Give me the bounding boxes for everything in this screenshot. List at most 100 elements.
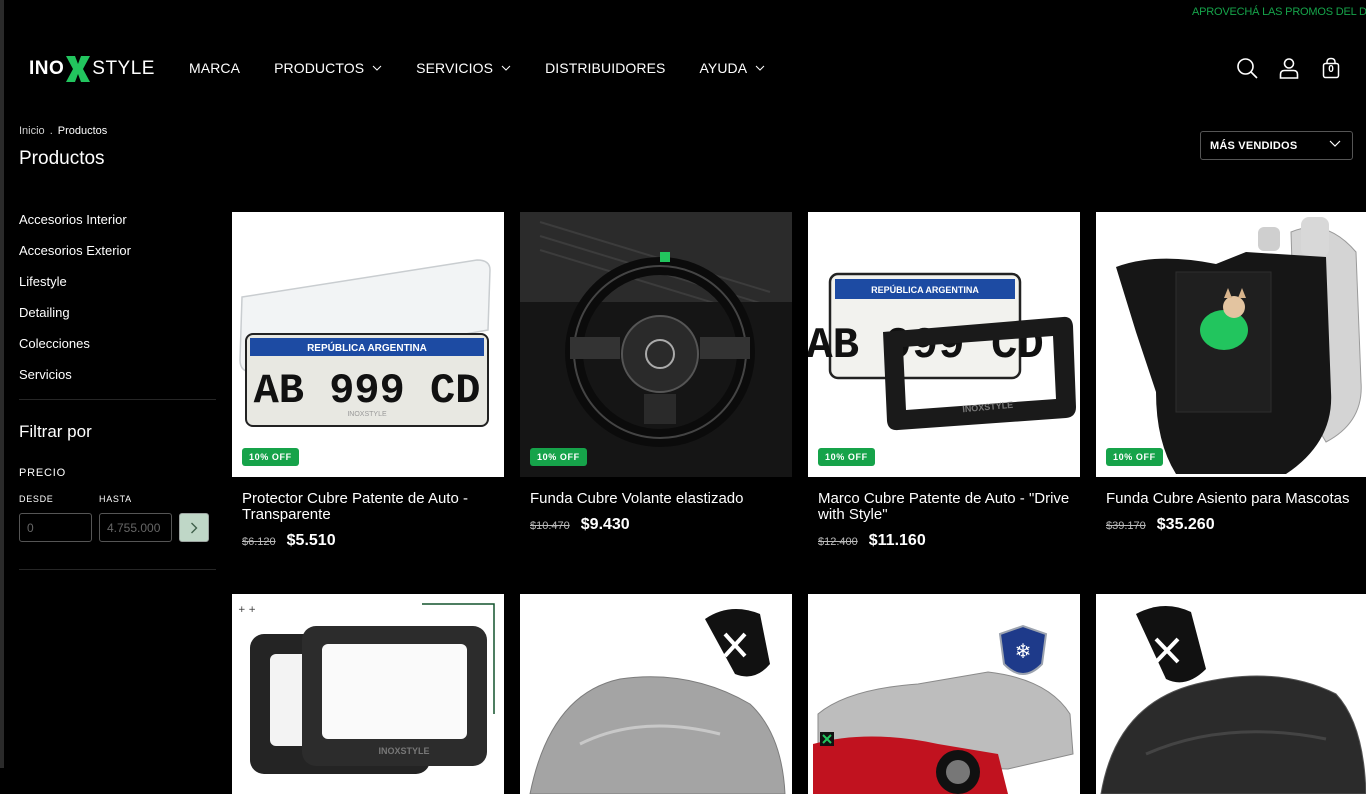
logo-text-left: INO: [29, 58, 65, 79]
user-icon[interactable]: [1278, 57, 1300, 79]
product-image: REPÚBLICA ARGENTINA AB 999 CD INOXSTYLE …: [232, 212, 504, 477]
price-to-input[interactable]: [99, 513, 172, 542]
product-name[interactable]: Protector Cubre Patente de Auto - Transp…: [242, 491, 494, 523]
car-cover-image: ❄: [813, 624, 1074, 794]
page-title: Productos: [19, 148, 105, 169]
filter-title: Filtrar por: [19, 422, 92, 441]
product-name[interactable]: Marco Cubre Patente de Auto - "Drive wit…: [818, 491, 1070, 523]
nav-label: DISTRIBUIDORES: [545, 60, 666, 76]
sidebar: Accesorios Interior Accesorios Exterior …: [19, 212, 216, 570]
sidebar-item-detailing[interactable]: Detailing: [19, 305, 216, 336]
product-info: Funda Cubre Asiento para Mascotas $39.17…: [1096, 477, 1366, 594]
price-apply-button[interactable]: [179, 513, 209, 542]
product-old-price: $12.400: [818, 536, 858, 548]
price-range-labels: DESDE HASTA: [19, 494, 216, 504]
product-old-price: $10.470: [530, 520, 570, 532]
sidebar-item-lifestyle[interactable]: Lifestyle: [19, 274, 216, 305]
product-prices: $12.400 $11.160: [818, 532, 1070, 550]
cart-count: 0: [1328, 64, 1334, 75]
product-image: + + INOXSTYLE: [232, 594, 504, 794]
product-info: Marco Cubre Patente de Auto - "Drive wit…: [808, 477, 1080, 594]
price-filter-label: PRECIO: [19, 467, 66, 479]
price-from-input[interactable]: [19, 513, 92, 542]
product-name[interactable]: Funda Cubre Asiento para Mascotas: [1106, 491, 1358, 507]
product-image: 10% OFF: [520, 212, 792, 477]
nav-item-productos[interactable]: PRODUCTOS: [274, 60, 382, 76]
nav-item-ayuda[interactable]: AYUDA: [699, 60, 765, 76]
product-old-price: $39.170: [1106, 520, 1146, 532]
steering-wheel-cover-image: [520, 212, 792, 477]
pet-seat-cover-image: [1116, 217, 1362, 474]
window-edge: [0, 0, 4, 768]
license-plate-protector-image: REPÚBLICA ARGENTINA AB 999 CD INOXSTYLE: [239, 259, 491, 427]
price-range: [19, 513, 216, 542]
product-price: $11.160: [868, 532, 926, 549]
main-nav: MARCA PRODUCTOS SERVICIOS DISTRIBUIDORES…: [189, 60, 799, 76]
chevron-down-icon: [1329, 140, 1341, 147]
product-card[interactable]: REPÚBLICA ARGENTINA AB 999 CD INOXSTYLE …: [232, 212, 504, 594]
product-card[interactable]: + + INOXSTYLE: [232, 594, 504, 794]
product-grid: REPÚBLICA ARGENTINA AB 999 CD INOXSTYLE …: [232, 212, 1366, 794]
product-name[interactable]: Funda Cubre Volante elastizado: [530, 491, 782, 507]
product-image: 10% OFF: [1096, 212, 1366, 477]
product-card[interactable]: [520, 594, 792, 794]
breadcrumb: Inicio. Productos: [19, 125, 107, 137]
sidebar-item-accesorios-exterior[interactable]: Accesorios Exterior: [19, 243, 216, 274]
breadcrumb-home[interactable]: Inicio: [19, 125, 45, 137]
promo-banner[interactable]: APROVECHÁ LAS PROMOS DEL DIA: [1192, 6, 1366, 18]
product-image: REPÚBLICA ARGENTINA AB 999 CD INOXSTYLE …: [808, 212, 1080, 477]
discount-badge: 10% OFF: [242, 448, 299, 466]
product-prices: $6.120 $5.510: [242, 532, 494, 550]
chevron-down-icon: [755, 65, 765, 71]
logo[interactable]: INO STYLE: [29, 54, 155, 84]
price-from-label: DESDE: [19, 494, 54, 504]
price-to-label: HASTA: [99, 494, 132, 504]
product-info: Protector Cubre Patente de Auto - Transp…: [232, 477, 504, 594]
site-header: INO STYLE MARCA PRODUCTOS SERVICIOS DIST…: [0, 46, 1366, 92]
product-price: $9.430: [580, 516, 630, 533]
header-icons: 0: [1236, 57, 1342, 79]
plate-number-text: AB 999 CD: [254, 367, 481, 415]
product-card[interactable]: 10% OFF Funda Cubre Volante elastizado $…: [520, 212, 792, 594]
product-price: $35.260: [1156, 516, 1215, 533]
product-prices: $39.170 $35.260: [1106, 516, 1358, 534]
product-info: Funda Cubre Volante elastizado $10.470 $…: [520, 477, 792, 594]
plate-country-text: REPÚBLICA ARGENTINA: [871, 284, 979, 295]
plate-country-text: REPÚBLICA ARGENTINA: [307, 341, 427, 354]
chevron-down-icon: [372, 65, 382, 71]
logo-x-icon: [66, 56, 91, 82]
license-plate-frame-image: REPÚBLICA ARGENTINA AB 999 CD INOXSTYLE: [808, 272, 1076, 431]
frame-brand-text: INOXSTYLE: [378, 746, 429, 756]
nav-label: PRODUCTOS: [274, 60, 365, 76]
discount-badge: 10% OFF: [818, 448, 875, 466]
search-icon[interactable]: [1236, 57, 1258, 79]
sidebar-divider: [19, 569, 216, 570]
plate-brand-text: INOXSTYLE: [347, 411, 387, 418]
product-card[interactable]: 10% OFF Funda Cubre Asiento para Mascota…: [1096, 212, 1366, 594]
car-cover-image: [1100, 605, 1366, 794]
sidebar-item-accesorios-interior[interactable]: Accesorios Interior: [19, 212, 216, 243]
chevron-right-icon: [191, 522, 198, 533]
sort-selected-value: MÁS VENDIDOS: [1210, 140, 1298, 152]
product-card[interactable]: [1096, 594, 1366, 794]
product-price: $5.510: [286, 532, 336, 549]
sidebar-item-colecciones[interactable]: Colecciones: [19, 336, 216, 367]
nav-item-distribuidores[interactable]: DISTRIBUIDORES: [545, 60, 665, 76]
sidebar-item-servicios[interactable]: Servicios: [19, 367, 216, 398]
svg-text:+ +: + +: [238, 605, 256, 615]
nav-label: MARCA: [189, 60, 241, 76]
sidebar-divider: [19, 399, 216, 400]
discount-badge: 10% OFF: [530, 448, 587, 466]
product-card[interactable]: REPÚBLICA ARGENTINA AB 999 CD INOXSTYLE …: [808, 212, 1080, 594]
nav-label: AYUDA: [699, 60, 748, 76]
nav-item-servicios[interactable]: SERVICIOS: [416, 60, 511, 76]
product-old-price: $6.120: [242, 536, 276, 548]
discount-badge: 10% OFF: [1106, 448, 1163, 466]
breadcrumb-current: Productos: [57, 125, 108, 137]
product-prices: $10.470 $9.430: [530, 516, 782, 534]
cart-button[interactable]: 0: [1320, 57, 1342, 79]
logo-text-right: STYLE: [92, 58, 155, 79]
product-card[interactable]: ❄: [808, 594, 1080, 794]
sort-select[interactable]: MÁS VENDIDOS: [1200, 131, 1353, 160]
nav-item-marca[interactable]: MARCA: [189, 60, 240, 76]
